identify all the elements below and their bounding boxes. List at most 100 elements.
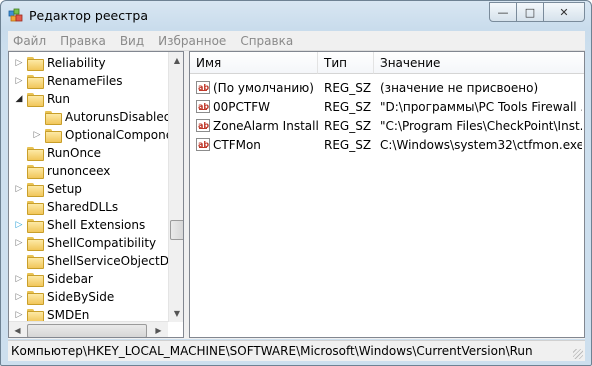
collapse-arrow-icon[interactable]: ◢	[13, 93, 25, 105]
scroll-left-arrow-icon[interactable]: ◀	[9, 322, 26, 337]
title-bar[interactable]: Редактор реестра — □ ✕	[1, 1, 591, 31]
menu-help[interactable]: Справка	[233, 34, 300, 48]
tree-node[interactable]: ▷ Reliability	[13, 54, 106, 72]
tree-node-label: runonceex	[47, 164, 111, 178]
expander-placeholder	[13, 165, 25, 177]
folder-icon	[27, 56, 44, 71]
close-button[interactable]: ✕	[543, 2, 585, 22]
vertical-scroll-thumb[interactable]	[170, 220, 183, 240]
resize-grip-icon[interactable]	[573, 349, 583, 359]
tree-node-label: Shell Extensions	[47, 218, 146, 232]
table-row[interactable]: ab CTFMon REG_SZ C:\Windows\system32\ctf…	[190, 135, 584, 154]
status-bar: Компьютер\HKEY_LOCAL_MACHINE\SOFTWARE\Mi…	[8, 340, 585, 361]
expand-arrow-icon[interactable]: ▷	[13, 309, 25, 321]
column-header-label: Имя	[196, 55, 222, 70]
column-header-value[interactable]: Значение	[374, 52, 584, 74]
expand-arrow-icon[interactable]: ▷	[13, 291, 25, 303]
folder-icon	[27, 182, 44, 197]
tree-node-label: Run	[47, 92, 71, 106]
tree-node[interactable]: ▷ ShellCompatibility	[13, 234, 156, 252]
key-tree[interactable]: ▷ Reliability ▷ RenameFiles ◢ Run Autoru…	[8, 51, 184, 338]
expand-arrow-icon[interactable]: ▷	[13, 183, 25, 195]
tree-node-label: Reliability	[47, 56, 106, 70]
tree-node-label: RenameFiles	[47, 74, 123, 88]
minimize-button[interactable]: —	[489, 2, 517, 22]
menu-favorites[interactable]: Избранное	[151, 34, 233, 48]
scroll-down-arrow-icon[interactable]: ▼	[169, 305, 183, 322]
tree-node-label: Setup	[47, 182, 82, 196]
tree-node[interactable]: ▷ SideBySide	[13, 288, 114, 306]
string-value-icon: ab	[196, 119, 210, 132]
tree-node[interactable]: SharedDLLs	[13, 198, 118, 216]
string-value-icon: ab	[196, 100, 210, 113]
string-value-icon: ab	[196, 81, 210, 94]
maximize-button[interactable]: □	[516, 2, 544, 22]
client-area: ▷ Reliability ▷ RenameFiles ◢ Run Autoru…	[8, 51, 585, 339]
value-data: "C:\Program Files\CheckPoint\Inst...	[380, 118, 582, 133]
folder-icon	[45, 110, 62, 125]
tree-node[interactable]: ▷ Setup	[13, 180, 82, 198]
folder-icon	[27, 290, 44, 305]
values-list[interactable]: Имя Тип Значение ab (По умолчанию) REG_S…	[189, 51, 585, 338]
tree-node-selected[interactable]: ◢ Run	[13, 90, 70, 108]
registry-editor-icon	[8, 8, 23, 22]
tree-node[interactable]: ShellServiceObjectDela	[13, 252, 184, 270]
value-name: ZoneAlarm Installer	[213, 118, 318, 133]
current-key-path: Компьютер\HKEY_LOCAL_MACHINE\SOFTWARE\Mi…	[11, 344, 533, 358]
tree-horizontal-scrollbar[interactable]: ◀ ▶	[9, 321, 168, 337]
tree-node[interactable]: ▷ Shell Extensions	[13, 216, 145, 234]
tree-node[interactable]: ▷ Sidebar	[13, 270, 93, 288]
folder-icon	[27, 146, 44, 161]
scroll-up-arrow-icon[interactable]: ▲	[169, 52, 183, 69]
close-icon: ✕	[559, 5, 569, 19]
table-row[interactable]: ab 00PCTFW REG_SZ "D:\программы\PC Tools…	[190, 97, 584, 116]
expand-arrow-icon[interactable]: ▷	[13, 219, 25, 231]
value-type: REG_SZ	[324, 80, 372, 95]
tree-node-label: SideBySide	[47, 290, 115, 304]
menu-view[interactable]: Вид	[113, 34, 151, 48]
horizontal-scroll-thumb[interactable]	[27, 324, 147, 337]
value-name-cell: ab 00PCTFW	[196, 97, 318, 116]
tree-node[interactable]: RunOnce	[13, 144, 101, 162]
table-row[interactable]: ab (По умолчанию) REG_SZ (значение не пр…	[190, 78, 584, 97]
tree-node[interactable]: ▷ RenameFiles	[13, 72, 123, 90]
expand-arrow-icon[interactable]: ▷	[13, 237, 25, 249]
table-row[interactable]: ab ZoneAlarm Installer REG_SZ "C:\Progra…	[190, 116, 584, 135]
column-header-type[interactable]: Тип	[318, 52, 374, 74]
tree-node-label: ShellServiceObjectDela	[47, 254, 184, 268]
scroll-right-arrow-icon[interactable]: ▶	[150, 322, 167, 337]
expand-arrow-icon[interactable]: ▷	[13, 75, 25, 87]
value-name: (По умолчанию)	[213, 80, 314, 95]
expand-arrow-icon[interactable]: ▷	[31, 129, 43, 141]
value-type: REG_SZ	[324, 99, 372, 114]
folder-icon	[27, 164, 44, 179]
menu-bar: Файл Правка Вид Избранное Справка	[8, 31, 585, 51]
folder-icon	[27, 254, 44, 269]
folder-icon	[27, 308, 44, 323]
tree-node-label: AutorunsDisabled	[65, 110, 172, 124]
caption-buttons: — □ ✕	[489, 2, 585, 22]
column-header-label: Тип	[324, 55, 347, 70]
folder-icon	[27, 74, 44, 89]
tree-node[interactable]: runonceex	[13, 162, 110, 180]
folder-icon	[27, 236, 44, 251]
tree-node[interactable]: AutorunsDisabled	[31, 108, 171, 126]
expander-placeholder	[13, 147, 25, 159]
menu-edit[interactable]: Правка	[53, 34, 113, 48]
column-header-name[interactable]: Имя	[190, 52, 318, 74]
expand-arrow-icon[interactable]: ▷	[13, 273, 25, 285]
value-type: REG_SZ	[324, 137, 372, 152]
string-value-icon: ab	[196, 138, 210, 151]
folder-icon	[27, 218, 44, 233]
expand-arrow-icon[interactable]: ▷	[13, 57, 25, 69]
registry-editor-window: Редактор реестра — □ ✕ Файл Правка Вид И…	[0, 0, 592, 366]
tree-node[interactable]: ▷ OptionalCompone	[31, 126, 173, 144]
value-data: "D:\программы\PC Tools Firewall ...	[380, 99, 582, 114]
tree-vertical-scrollbar[interactable]: ▲ ▼	[168, 52, 183, 322]
window-title: Редактор реестра	[29, 8, 148, 23]
maximize-icon: □	[524, 5, 536, 19]
folder-open-icon	[27, 92, 44, 107]
tree-node-label: RunOnce	[47, 146, 102, 160]
expander-placeholder	[13, 255, 25, 267]
menu-file[interactable]: Файл	[8, 34, 53, 48]
